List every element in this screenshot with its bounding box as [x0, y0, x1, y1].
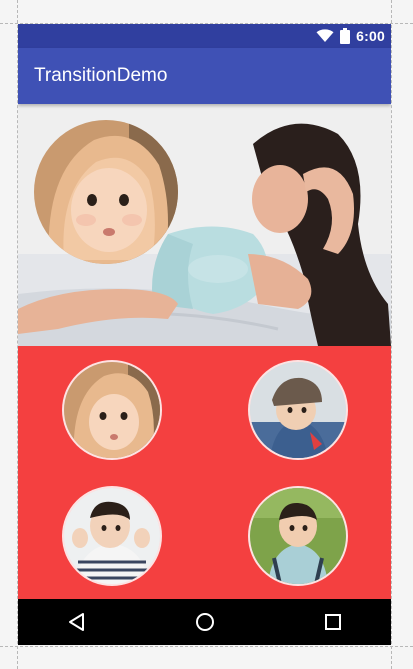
back-icon	[69, 613, 84, 631]
hero-image[interactable]	[18, 104, 391, 346]
status-bar: 6:00	[18, 24, 391, 48]
hero-avatar[interactable]	[34, 120, 178, 264]
navigation-bar	[18, 599, 391, 645]
back-button[interactable]	[65, 610, 89, 634]
avatar-3[interactable]	[64, 488, 160, 584]
toddler-striped-shirt-photo	[64, 488, 160, 584]
battery-icon	[340, 28, 351, 44]
status-icons: 6:00	[316, 24, 385, 48]
toddler-cap-photo	[250, 362, 346, 458]
app-bar: TransitionDemo	[18, 48, 391, 104]
recents-button[interactable]	[321, 610, 345, 634]
avatar-grid	[18, 346, 391, 599]
baby-hood-photo	[34, 120, 178, 264]
wifi-icon	[316, 29, 334, 42]
avatar-1[interactable]	[64, 362, 160, 458]
avatar-4[interactable]	[250, 488, 346, 584]
home-button[interactable]	[193, 610, 217, 634]
status-time: 6:00	[356, 28, 385, 44]
recents-icon	[325, 614, 341, 630]
home-icon	[196, 613, 214, 631]
baby-hood-photo	[64, 362, 160, 458]
device-screen: 6:00 TransitionDemo	[18, 24, 391, 645]
app-title: TransitionDemo	[34, 65, 168, 86]
avatar-2[interactable]	[250, 362, 346, 458]
toddler-grass-photo	[250, 488, 346, 584]
